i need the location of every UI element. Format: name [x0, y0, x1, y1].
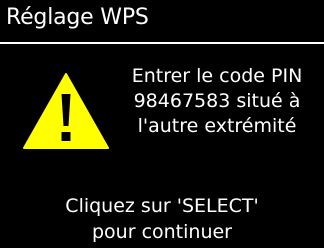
message-line-2: 98467583 situé à [133, 90, 301, 112]
wps-setup-screen: Réglage WPS Entrer le code PIN 98467583 … [0, 0, 324, 248]
message-line-1: Entrer le code PIN [131, 65, 303, 87]
warning-icon [23, 73, 109, 149]
wps-pin-message: Entrer le code PIN 98467583 situé à l'au… [114, 64, 320, 139]
title-divider [0, 42, 324, 44]
message-line-3: l'autre extrémité [137, 115, 297, 137]
instruction-line-1: Cliquez sur 'SELECT' [65, 195, 259, 217]
screen-title: Réglage WPS [6, 5, 149, 30]
continue-instruction: Cliquez sur 'SELECT' pour continuer [0, 193, 324, 245]
instruction-line-2: pour continuer [91, 221, 232, 243]
